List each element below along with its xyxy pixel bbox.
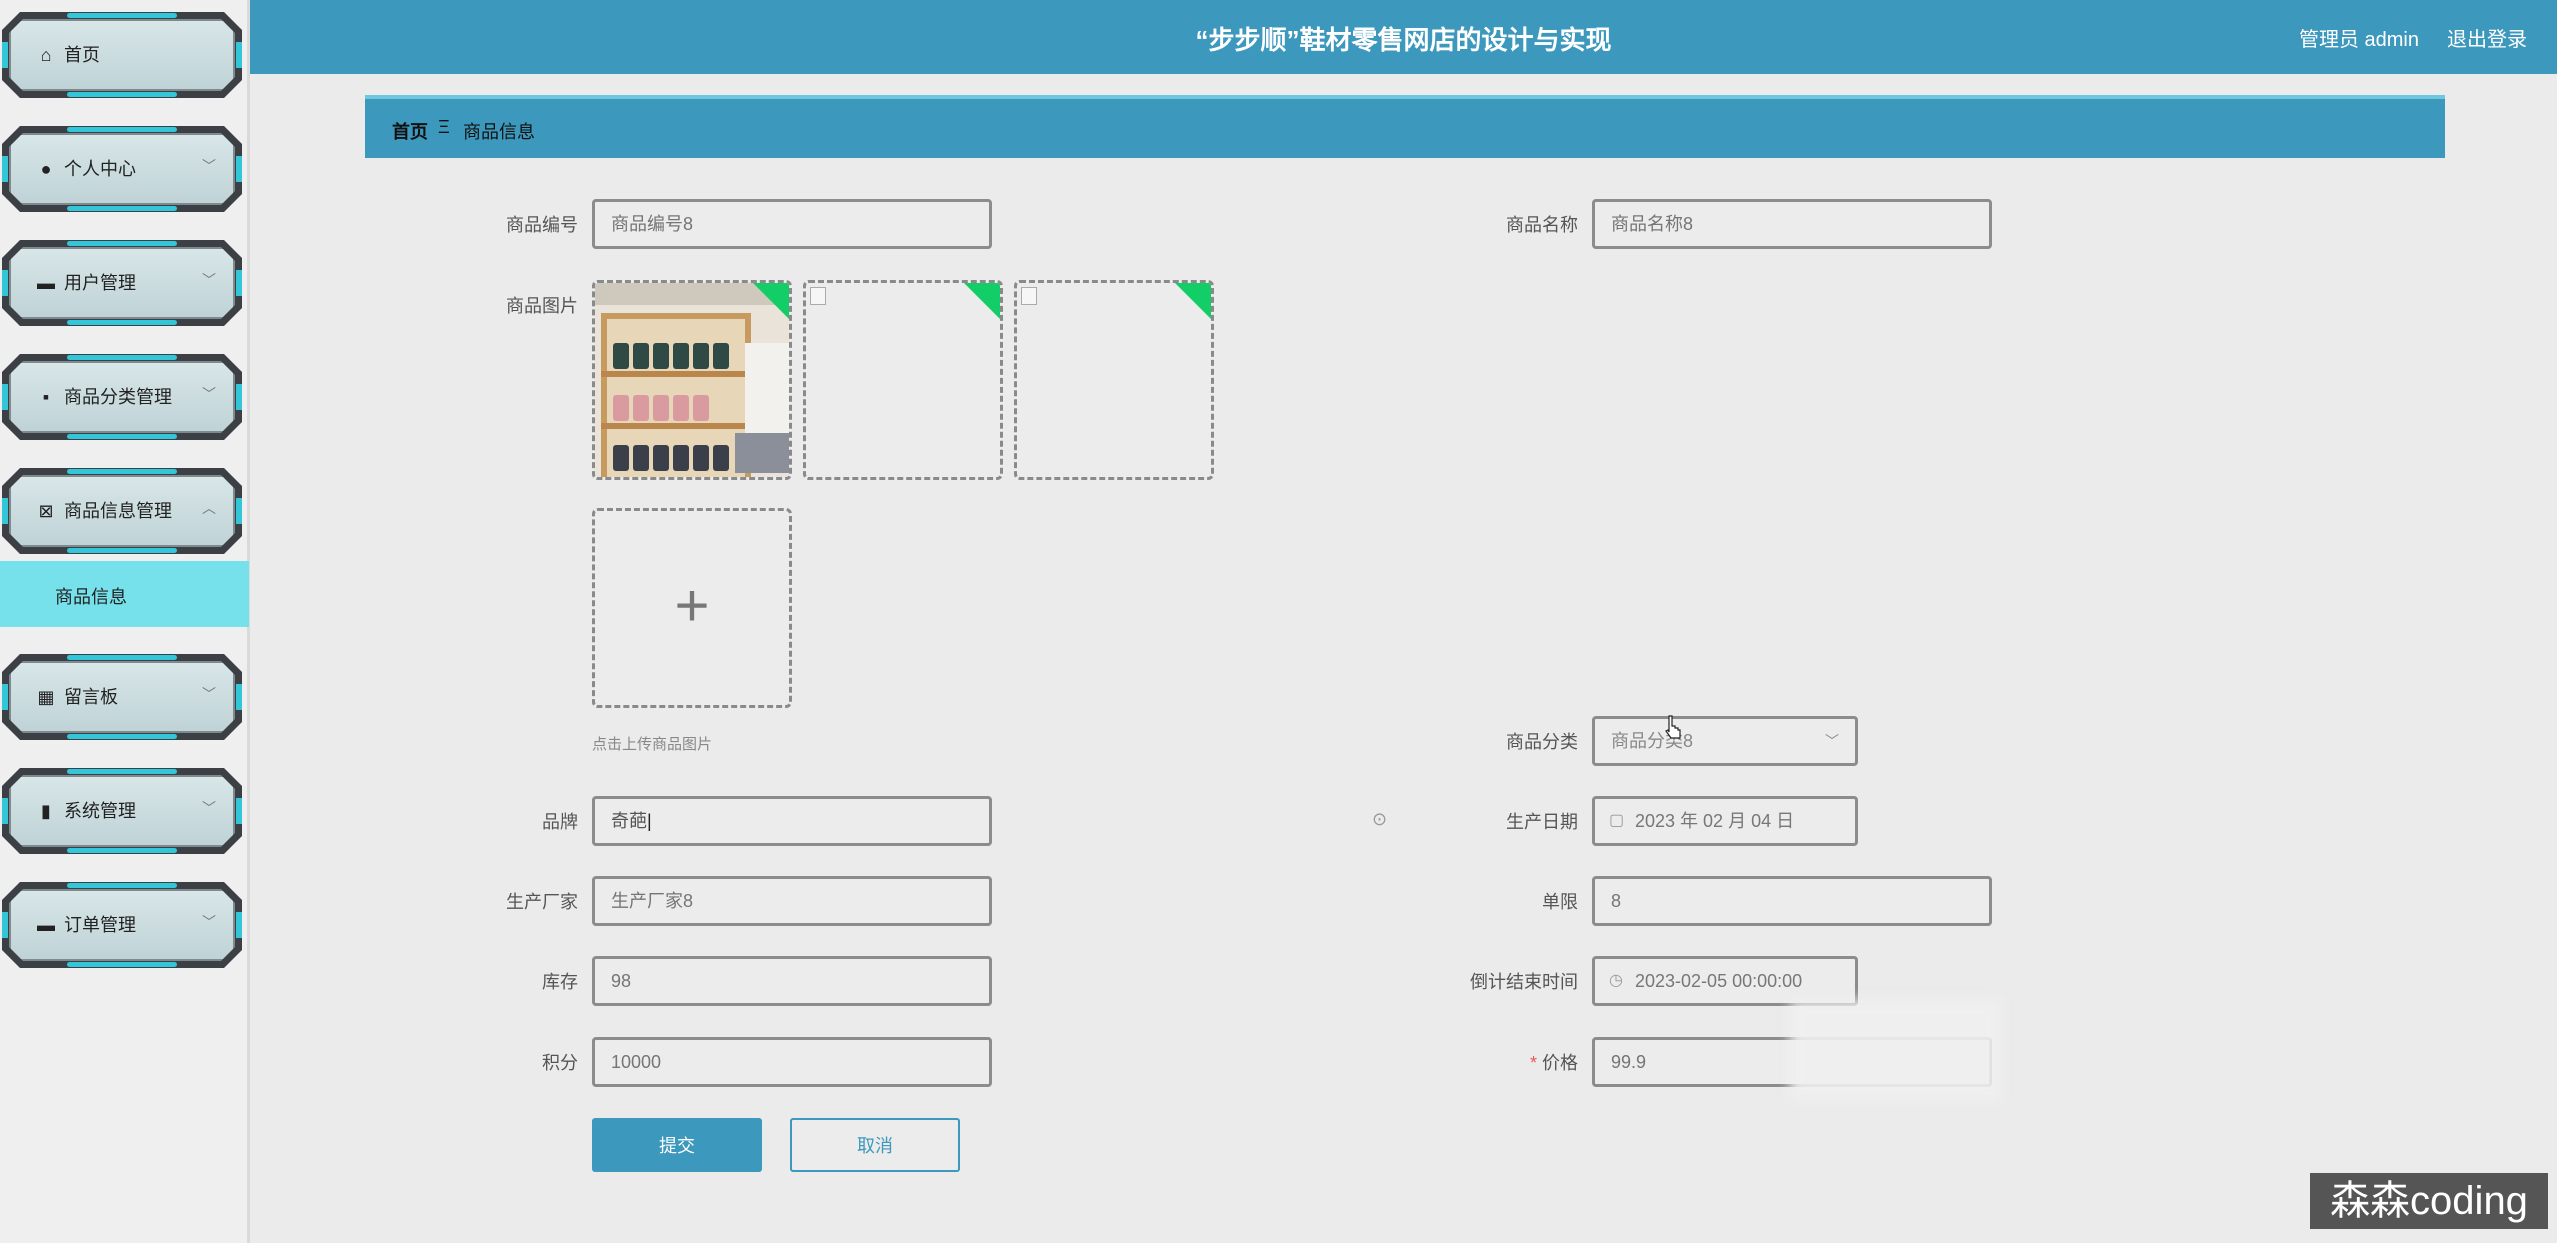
chevron-down-icon: ﹀ bbox=[202, 272, 216, 288]
cancel-button[interactable]: 取消 bbox=[790, 1118, 960, 1172]
plus-icon: + bbox=[674, 572, 710, 639]
sidebar-item-label: 个人中心 bbox=[64, 159, 136, 179]
production-date-value: 2023 年 02 月 04 日 bbox=[1635, 811, 1795, 831]
chevron-down-icon: ﹀ bbox=[202, 914, 216, 930]
product-image-thumb[interactable] bbox=[803, 280, 1003, 480]
upload-success-corner bbox=[1174, 283, 1211, 320]
limit-label: 单限 bbox=[1542, 892, 1578, 912]
sidebar-item-system[interactable]: ▮ 系统管理 ﹀ bbox=[2, 768, 242, 854]
manufacturer-label: 生产厂家 bbox=[506, 892, 578, 912]
admin-label: 管理员 admin bbox=[2298, 29, 2419, 51]
sidebar-item-home[interactable]: ⌂ 首页 bbox=[2, 12, 242, 98]
product-name-input[interactable] bbox=[1592, 199, 1992, 249]
chevron-down-icon: ﹀ bbox=[202, 800, 216, 816]
sidebar-item-label: 订单管理 bbox=[64, 915, 136, 935]
manufacturer-input[interactable] bbox=[592, 876, 992, 926]
sidebar-item-orders[interactable]: ▬ 订单管理 ﹀ bbox=[2, 882, 242, 968]
sidebar: ⌂ 首页 ● 个人中心 ﹀ ▬ 用户管理 ﹀ ▪ 商品分类管理 ﹀ ⊠ 商品信息… bbox=[0, 0, 250, 1243]
product-image-thumb[interactable] bbox=[592, 280, 792, 480]
sidebar-item-message-board[interactable]: ▦ 留言板 ﹀ bbox=[2, 654, 242, 740]
production-date-picker[interactable]: ▢ 2023 年 02 月 04 日 bbox=[1592, 796, 1858, 846]
hand-cursor-icon bbox=[1665, 715, 1681, 739]
category-label: 商品分类 bbox=[1506, 732, 1578, 752]
sidebar-item-label: 留言板 bbox=[64, 687, 118, 707]
chat-icon: ▪ bbox=[42, 387, 50, 407]
required-mark: * bbox=[1529, 1053, 1537, 1073]
chevron-down-icon: ﹀ bbox=[202, 686, 216, 702]
stock-input[interactable] bbox=[592, 956, 992, 1006]
top-header: “步步顺”鞋材零售网店的设计与实现 管理员 admin 退出登录 bbox=[250, 0, 2557, 74]
calendar-icon: ▢ bbox=[1609, 812, 1625, 829]
product-name-label: 商品名称 bbox=[1506, 215, 1578, 235]
clock-icon: ◷ bbox=[1609, 972, 1623, 989]
brand-label: 品牌 bbox=[542, 812, 578, 832]
product-image-label: 商品图片 bbox=[506, 296, 578, 316]
upload-success-corner bbox=[963, 283, 1000, 320]
breadcrumb-home[interactable]: 首页 bbox=[392, 118, 428, 144]
broken-image-icon bbox=[1021, 287, 1037, 305]
breadcrumb: 首页 Ξ 商品信息 bbox=[365, 95, 2445, 158]
chevron-down-icon: ﹀ bbox=[1825, 733, 1839, 749]
grid-icon: ▦ bbox=[37, 687, 55, 707]
chevron-down-icon: ﹀ bbox=[202, 158, 216, 174]
countdown-end-value: 2023-02-05 00:00:00 bbox=[1635, 971, 1803, 991]
sidebar-subitem-label: 商品信息 bbox=[55, 587, 127, 607]
price-label: * 价格 bbox=[1378, 1051, 1578, 1075]
countdown-end-picker[interactable]: ◷ 2023-02-05 00:00:00 bbox=[1592, 956, 1858, 1006]
user-icon: ● bbox=[40, 159, 52, 179]
chevron-up-icon: ︿ bbox=[202, 500, 216, 516]
submit-button[interactable]: 提交 bbox=[592, 1118, 762, 1172]
sidebar-item-label: 首页 bbox=[64, 45, 100, 65]
points-label: 积分 bbox=[542, 1053, 578, 1073]
clipboard-icon: ⊠ bbox=[38, 501, 54, 521]
sidebar-item-label: 商品信息管理 bbox=[64, 501, 172, 521]
logout-link[interactable]: 退出登录 bbox=[2447, 23, 2527, 52]
breadcrumb-separator-icon: Ξ bbox=[438, 117, 450, 137]
monitor-icon: ▬ bbox=[37, 915, 55, 935]
watermark: 森森coding bbox=[2310, 1173, 2548, 1229]
upload-hint: 点击上传商品图片 bbox=[592, 736, 713, 753]
limit-input[interactable] bbox=[1592, 876, 1992, 926]
chevron-down-icon: ﹀ bbox=[202, 386, 216, 402]
countdown-end-label: 倒计结束时间 bbox=[1470, 972, 1578, 992]
brand-value: 奇葩 bbox=[611, 811, 647, 831]
product-code-input[interactable] bbox=[592, 199, 992, 249]
price-label-text: 价格 bbox=[1542, 1053, 1578, 1073]
product-code-label: 商品编号 bbox=[506, 215, 578, 235]
sidebar-item-label: 商品分类管理 bbox=[64, 387, 172, 407]
sidebar-subitem-product-info[interactable]: 商品信息 bbox=[0, 561, 249, 627]
home-icon: ⌂ bbox=[40, 45, 52, 65]
sidebar-item-label: 系统管理 bbox=[64, 801, 136, 821]
stock-label: 库存 bbox=[542, 972, 578, 992]
brand-input[interactable]: 奇葩| bbox=[592, 796, 992, 846]
upload-success-corner bbox=[752, 283, 789, 320]
sidebar-item-users[interactable]: ▬ 用户管理 ﹀ bbox=[2, 240, 242, 326]
sidebar-item-category-management[interactable]: ▪ 商品分类管理 ﹀ bbox=[2, 354, 242, 440]
book-icon: ▮ bbox=[41, 801, 51, 821]
breadcrumb-current: 商品信息 bbox=[463, 122, 535, 142]
sidebar-item-profile[interactable]: ● 个人中心 ﹀ bbox=[2, 126, 242, 212]
product-image-thumb[interactable] bbox=[1014, 280, 1214, 480]
sidebar-item-product-management[interactable]: ⊠ 商品信息管理 ︿ bbox=[2, 468, 242, 554]
category-select[interactable]: 商品分类8 ﹀ bbox=[1592, 716, 1858, 766]
image-upload-button[interactable]: + bbox=[592, 508, 792, 708]
broken-image-icon bbox=[810, 287, 826, 305]
page-title: “步步顺”鞋材零售网店的设计与实现 bbox=[1195, 25, 1612, 55]
blur-overlay bbox=[1790, 1000, 2000, 1100]
monitor-icon: ▬ bbox=[37, 273, 55, 293]
sidebar-item-label: 用户管理 bbox=[64, 273, 136, 293]
production-date-label: 生产日期 bbox=[1506, 812, 1578, 832]
points-input[interactable] bbox=[592, 1037, 992, 1087]
